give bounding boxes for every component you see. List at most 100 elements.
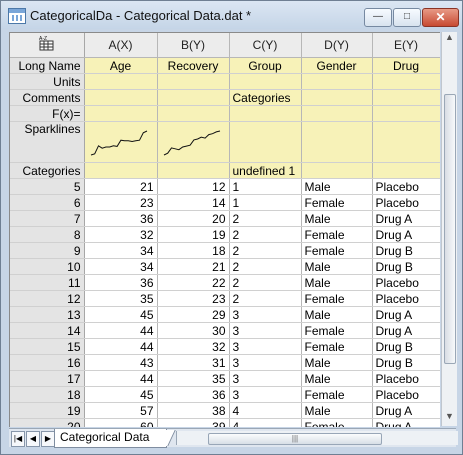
sparkline-d[interactable] [301,121,373,163]
cell-d[interactable]: Female [301,386,373,403]
cell-c[interactable]: 2 [229,242,302,259]
comments-d[interactable] [301,89,373,106]
units-d[interactable] [301,73,373,90]
sparkline-b[interactable] [157,121,230,163]
formula-a[interactable] [84,105,158,122]
column-header-b[interactable]: B(Y) [157,33,230,58]
cell-e[interactable]: Placebo [372,194,440,211]
formula-d[interactable] [301,105,373,122]
row-number[interactable]: 13 [10,306,85,323]
sparkline-e[interactable] [372,121,440,163]
cell-d[interactable]: Female [301,194,373,211]
cell-e[interactable]: Placebo [372,370,440,387]
units-b[interactable] [157,73,230,90]
row-number[interactable]: 8 [10,226,85,243]
cell-a[interactable]: 45 [84,306,158,323]
cell-c[interactable]: 1 [229,194,302,211]
cell-d[interactable]: Male [301,370,373,387]
maximize-button[interactable]: □ [393,8,421,27]
table-row[interactable]: 17 44 35 3 Male Placebo [10,370,440,387]
scroll-up-arrow-icon[interactable]: ▲ [442,32,457,47]
cell-c[interactable]: 2 [229,226,302,243]
cell-a[interactable]: 57 [84,402,158,419]
cell-b[interactable]: 36 [157,386,230,403]
cell-d[interactable]: Female [301,418,373,427]
row-number[interactable]: 10 [10,258,85,275]
table-row[interactable]: 13 45 29 3 Male Drug A [10,306,440,323]
table-row[interactable]: 19 57 38 4 Male Drug A [10,402,440,419]
minimize-button[interactable]: — [364,8,392,27]
cell-a[interactable]: 32 [84,226,158,243]
cell-d[interactable]: Male [301,178,373,195]
formula-e[interactable] [372,105,440,122]
long-name-d[interactable]: Gender [301,57,373,74]
cell-a[interactable]: 44 [84,370,158,387]
cell-b[interactable]: 12 [157,178,230,195]
cell-b[interactable]: 21 [157,258,230,275]
comments-c[interactable]: Categories [229,89,302,106]
cell-d[interactable]: Female [301,226,373,243]
units-c[interactable] [229,73,302,90]
table-row[interactable]: 18 45 36 3 Female Placebo [10,386,440,403]
long-name-c[interactable]: Group [229,57,302,74]
table-row[interactable]: 15 44 32 3 Female Drug B [10,338,440,355]
cell-c[interactable]: 4 [229,402,302,419]
comments-b[interactable] [157,89,230,106]
formula-b[interactable] [157,105,230,122]
row-number[interactable]: 17 [10,370,85,387]
previous-sheet-arrow-icon[interactable]: ◀ [26,431,40,447]
scroll-down-arrow-icon[interactable]: ▼ [442,411,457,426]
formula-c[interactable] [229,105,302,122]
cell-e[interactable]: Drug A [372,402,440,419]
cell-c[interactable]: 2 [229,210,302,227]
table-row[interactable]: 7 36 20 2 Male Drug A [10,210,440,227]
cell-d[interactable]: Male [301,354,373,371]
cell-c[interactable]: 2 [229,290,302,307]
row-number[interactable]: 9 [10,242,85,259]
vertical-scroll-thumb[interactable] [444,94,456,364]
row-number[interactable]: 5 [10,178,85,195]
label-row-comments[interactable]: Comments [10,89,85,106]
row-number[interactable]: 18 [10,386,85,403]
cell-b[interactable]: 19 [157,226,230,243]
table-row[interactable]: 5 21 12 1 Male Placebo [10,178,440,195]
cell-b[interactable]: 35 [157,370,230,387]
title-bar[interactable]: CategoricalDa - Categorical Data.dat * —… [1,1,462,29]
table-row[interactable]: 6 23 14 1 Female Placebo [10,194,440,211]
cell-e[interactable]: Drug A [372,322,440,339]
label-row-categories[interactable]: Categories [10,162,85,179]
table-row[interactable]: 14 44 30 3 Female Drug A [10,322,440,339]
row-number[interactable]: 15 [10,338,85,355]
cell-c[interactable]: 4 [229,418,302,427]
cell-b[interactable]: 32 [157,338,230,355]
label-row-sparklines[interactable]: Sparklines [10,121,85,163]
label-row-units[interactable]: Units [10,73,85,90]
cell-e[interactable]: Drug A [372,306,440,323]
cell-a[interactable]: 23 [84,194,158,211]
cell-d[interactable]: Female [301,322,373,339]
cell-c[interactable]: 3 [229,338,302,355]
column-header-c[interactable]: C(Y) [229,33,302,58]
row-number[interactable]: 6 [10,194,85,211]
cell-c[interactable]: 2 [229,258,302,275]
table-row[interactable]: 20 60 39 4 Female Drug A [10,418,440,427]
cell-c[interactable]: 3 [229,386,302,403]
table-row[interactable]: 16 43 31 3 Male Drug B [10,354,440,371]
cell-e[interactable]: Drug B [372,338,440,355]
first-sheet-arrow-icon[interactable]: |◀ [11,431,25,447]
cell-d[interactable]: Male [301,306,373,323]
cell-a[interactable]: 36 [84,274,158,291]
cell-d[interactable]: Female [301,290,373,307]
row-number[interactable]: 19 [10,402,85,419]
categories-b[interactable] [157,162,230,179]
row-number[interactable]: 11 [10,274,85,291]
long-name-a[interactable]: Age [84,57,158,74]
cell-a[interactable]: 34 [84,242,158,259]
cell-b[interactable]: 22 [157,274,230,291]
table-row[interactable]: 8 32 19 2 Female Drug A [10,226,440,243]
cell-b[interactable]: 14 [157,194,230,211]
cell-c[interactable]: 1 [229,178,302,195]
table-row[interactable]: 9 34 18 2 Female Drug B [10,242,440,259]
label-row-formula[interactable]: F(x)= [10,105,85,122]
row-number[interactable]: 7 [10,210,85,227]
